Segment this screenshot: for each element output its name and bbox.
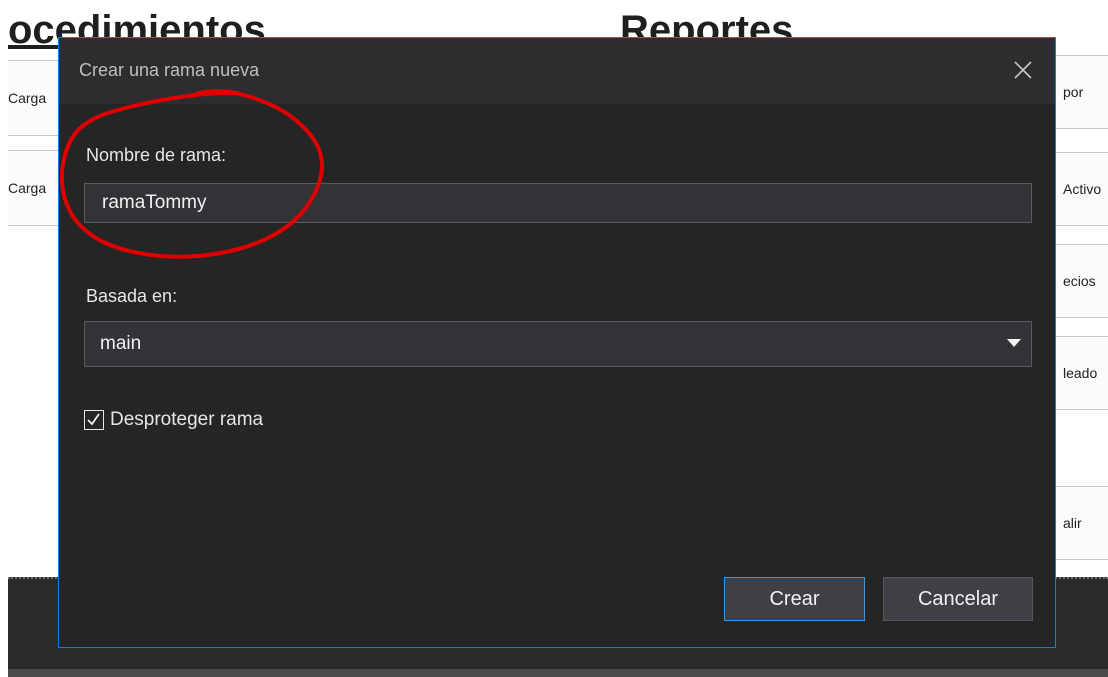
left-list-item[interactable]: Carga (8, 150, 60, 226)
chevron-down-icon (1007, 339, 1021, 347)
close-icon (1014, 61, 1032, 79)
branch-name-label: Nombre de rama: (86, 145, 227, 165)
dialog-titlebar: Crear una rama nueva (59, 38, 1055, 104)
checkout-branch-label: Desproteger rama (110, 409, 264, 430)
based-on-value: main (100, 333, 142, 354)
create-button[interactable]: Crear (724, 577, 865, 621)
checkmark-icon (87, 413, 100, 426)
right-list-item[interactable]: por (1053, 55, 1108, 129)
create-branch-dialog: Crear una rama nueva Nombre de rama: Bas… (58, 37, 1056, 648)
based-on-label: Basada en: (86, 286, 178, 306)
right-list-item[interactable]: alir (1053, 486, 1108, 560)
dialog-title: Crear una rama nueva (79, 60, 260, 80)
cancel-button[interactable]: Cancelar (883, 577, 1033, 621)
right-list-item[interactable]: leado (1053, 336, 1108, 410)
branch-name-input[interactable] (84, 183, 1032, 223)
right-list-item[interactable]: ecios (1053, 244, 1108, 318)
checkout-branch-option[interactable]: Desproteger rama (84, 409, 263, 431)
left-list-item[interactable]: Carga (8, 60, 60, 136)
checkout-branch-checkbox[interactable] (84, 410, 104, 430)
based-on-select[interactable]: main (84, 321, 1032, 367)
right-list-item[interactable]: Activo (1053, 152, 1108, 226)
close-button[interactable] (1009, 56, 1037, 84)
background-footer-strip (8, 669, 1108, 677)
